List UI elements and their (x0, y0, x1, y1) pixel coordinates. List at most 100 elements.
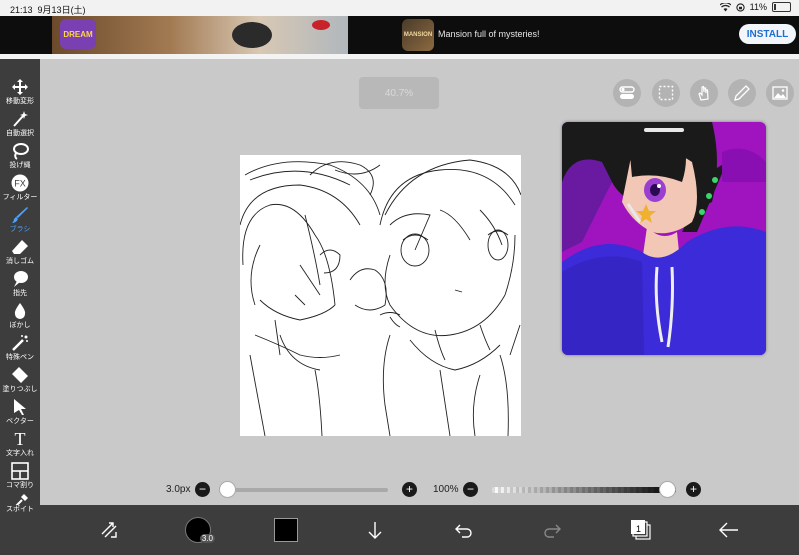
toggle-icon (619, 86, 635, 99)
install-button[interactable]: INSTALL (739, 24, 796, 44)
back-button[interactable] (714, 515, 744, 545)
pen-icon (734, 85, 750, 101)
opacity-value: 100% (433, 484, 459, 495)
brush-size-badge: 3.0 (199, 534, 215, 543)
brush-sliders: 3.0px − + 100% − + (0, 475, 799, 503)
tool-filter-label: フィルター (2, 194, 38, 201)
brush-icon (10, 205, 30, 225)
status-indicators: 11% (719, 2, 791, 12)
zoom-indicator: 40.7% (359, 77, 439, 109)
tool-sidebar: 移動変形 自動選択 投げ縄 FX フィルター ブラシ 消しゴム 指先 ぼかし 特… (0, 59, 40, 505)
lasso-icon (10, 141, 30, 161)
battery-percent: 11% (749, 2, 767, 12)
special-pen-icon (10, 333, 30, 353)
tool-eyedropper-label-wrap: スポイト (0, 505, 40, 519)
selection-icon (658, 85, 674, 101)
ad-logo: DREAM (60, 19, 96, 49)
opacity-decrease-button[interactable]: − (463, 482, 478, 497)
tool-filter[interactable]: FX フィルター (0, 173, 40, 205)
tool-auto-select-label: 自動選択 (6, 130, 34, 137)
brush-size-value: 3.0px (166, 484, 191, 495)
magic-wand-icon (10, 109, 30, 129)
tool-blur[interactable]: ぼかし (0, 301, 40, 333)
brush-size-increase-button[interactable]: + (402, 482, 417, 497)
download-arrow-icon (368, 522, 382, 539)
save-download-button[interactable] (360, 515, 390, 545)
drawing-canvas[interactable] (240, 155, 521, 436)
tool-lasso-label: 投げ縄 (9, 162, 31, 169)
bottom-toolbar: 3.0 1 (0, 505, 799, 555)
ad-text: Mansion full of mysteries! (438, 29, 540, 39)
page-number: 1 (636, 524, 642, 534)
reference-image-button[interactable] (766, 79, 794, 107)
tool-text-label: 文字入れ (6, 450, 34, 457)
eraser-icon (10, 237, 30, 257)
finger-icon (10, 269, 30, 289)
tool-lasso[interactable]: 投げ縄 (0, 141, 40, 173)
transform-arrows-icon (101, 522, 117, 538)
ad-image[interactable]: DREAM (52, 16, 348, 54)
brush-size-slider[interactable] (219, 481, 237, 498)
brush-size-decrease-button[interactable]: − (195, 482, 210, 497)
status-time: 21:13 9月13日(土) (10, 5, 86, 15)
bucket-icon (10, 365, 30, 385)
back-arrow-icon (719, 522, 738, 538)
wifi-icon (719, 2, 731, 11)
current-color-swatch (274, 518, 298, 542)
tool-text[interactable]: T 文字入れ (0, 429, 40, 461)
fx-icon: FX (10, 173, 30, 193)
tool-fill[interactable]: 塗りつぶし (0, 365, 40, 397)
tool-finger-label: 指先 (13, 290, 27, 297)
selection-button[interactable] (652, 79, 680, 107)
tool-fill-label: 塗りつぶし (2, 386, 38, 393)
status-bar: 21:13 9月13日(土) 11% (0, 0, 799, 16)
tool-brush-label: ブラシ (9, 226, 31, 233)
tool-blur-label: ぼかし (9, 322, 31, 329)
reference-drag-handle[interactable] (644, 128, 684, 132)
ad-banner[interactable]: DREAM MANSION Mansion full of mysteries!… (0, 16, 799, 54)
hand-icon (698, 85, 709, 101)
tool-auto-select[interactable]: 自動選択 (0, 109, 40, 141)
status-date: 9月13日(土) (37, 5, 86, 15)
droplet-icon (10, 301, 30, 321)
tool-special-pen-label: 特殊ペン (6, 354, 34, 361)
tool-move-label: 移動変形 (6, 98, 34, 105)
fx-icon-text: FX (14, 179, 26, 189)
orientation-lock-icon (735, 2, 745, 12)
tool-eraser-label: 消しゴム (6, 258, 34, 265)
sketch-drawing (240, 159, 521, 436)
toggle-button[interactable] (613, 79, 641, 107)
hand-tool-button[interactable] (690, 79, 718, 107)
tool-eyedropper-label: スポイト (6, 506, 34, 513)
ad-speaker-shape (232, 22, 272, 48)
vector-arrow-icon (10, 397, 30, 417)
tool-vector[interactable]: ベクター (0, 397, 40, 429)
undo-icon (455, 524, 472, 538)
reference-image-panel[interactable] (562, 122, 766, 355)
text-icon: T (14, 428, 26, 449)
tool-finger[interactable]: 指先 (0, 269, 40, 301)
move-icon (10, 77, 30, 97)
pen-mode-button[interactable] (728, 79, 756, 107)
opacity-track[interactable] (492, 487, 676, 493)
layers-button[interactable]: 1 (626, 515, 656, 545)
redo-button[interactable] (537, 515, 567, 545)
image-icon (772, 86, 788, 100)
ad-chip-shape (312, 20, 330, 30)
color-button[interactable] (271, 515, 301, 545)
brush-size-button[interactable]: 3.0 (183, 515, 215, 545)
redo-icon (544, 524, 561, 538)
tool-eraser[interactable]: 消しゴム (0, 237, 40, 269)
tool-special-pen[interactable]: 特殊ペン (0, 333, 40, 365)
transform-button[interactable] (94, 515, 124, 545)
tool-move[interactable]: 移動変形 (0, 77, 40, 109)
battery-icon (772, 2, 791, 12)
ad-app-icon[interactable]: MANSION (402, 19, 434, 51)
undo-button[interactable] (449, 515, 479, 545)
opacity-increase-button[interactable]: + (686, 482, 701, 497)
tool-brush[interactable]: ブラシ (0, 205, 40, 237)
tool-vector-label: ベクター (6, 418, 34, 425)
brush-size-track[interactable] (224, 488, 388, 492)
opacity-slider[interactable] (659, 481, 676, 498)
reference-artwork (562, 122, 766, 355)
